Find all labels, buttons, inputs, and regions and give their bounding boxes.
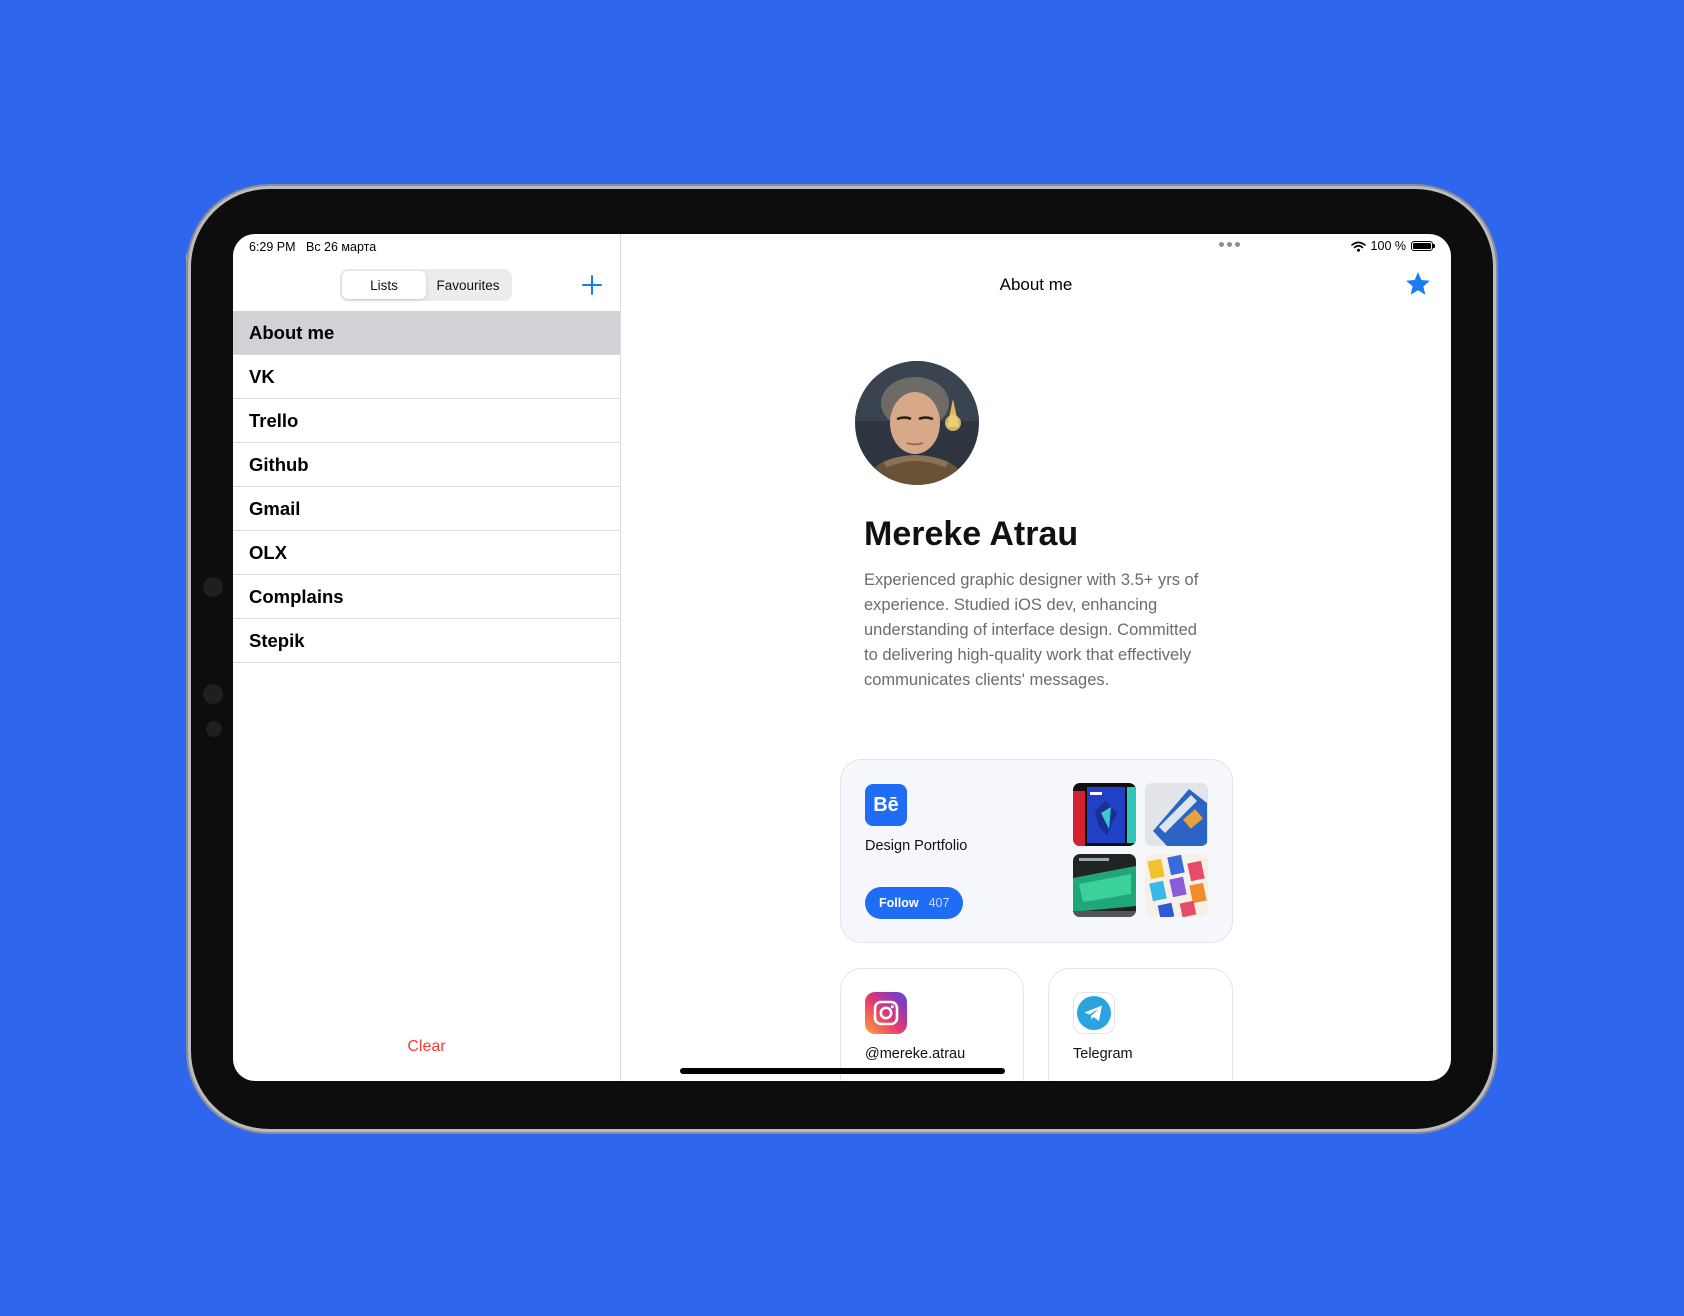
list-item-vk[interactable]: VK — [233, 355, 620, 399]
battery-icon — [1411, 241, 1435, 251]
list-item-github[interactable]: Github — [233, 443, 620, 487]
multitasking-dots-icon[interactable] — [1219, 242, 1240, 247]
list-item-complains[interactable]: Complains — [233, 575, 620, 619]
instagram-label: @mereke.atrau — [865, 1046, 966, 1062]
segmented-control: Lists Favourites — [340, 269, 512, 301]
avatar — [855, 361, 979, 485]
telegram-icon — [1073, 992, 1115, 1034]
follow-label: Follow — [879, 896, 919, 910]
behance-card[interactable]: Bē Design Portfolio Follow 407 — [840, 759, 1233, 943]
add-button[interactable] — [580, 273, 604, 297]
camera-dot — [203, 577, 223, 597]
status-time-date: 6:29 PM Вс 26 марта — [249, 240, 376, 254]
telegram-card[interactable]: Telegram — [1048, 968, 1233, 1081]
list-item-gmail[interactable]: Gmail — [233, 487, 620, 531]
status-time: 6:29 PM — [249, 240, 296, 254]
star-icon — [1406, 272, 1430, 295]
sensor-dot — [203, 684, 223, 704]
list-item-olx[interactable]: OLX — [233, 531, 620, 575]
list-item-stepik[interactable]: Stepik — [233, 619, 620, 663]
list-item-about-me[interactable]: About me — [233, 311, 620, 355]
instagram-icon — [865, 992, 907, 1034]
segment-lists[interactable]: Lists — [342, 271, 426, 299]
detail-pane: 100 % About me Mereke Atrau Experienced … — [621, 234, 1451, 1081]
list: About me VK Trello Github Gmail OLX Comp… — [233, 311, 620, 663]
profile-name: Mereke Atrau — [864, 515, 1079, 553]
portfolio-thumbnail[interactable] — [1145, 854, 1208, 917]
follow-button[interactable]: Follow 407 — [865, 887, 964, 919]
plus-icon — [582, 275, 602, 295]
portfolio-thumbnail[interactable] — [1145, 783, 1208, 846]
battery-percent: 100 % — [1370, 239, 1406, 253]
sensor-dot-small — [206, 721, 222, 737]
behance-label: Design Portfolio — [865, 838, 968, 854]
segment-favourites[interactable]: Favourites — [426, 271, 510, 299]
follow-count: 407 — [928, 896, 950, 910]
favorite-button[interactable] — [1404, 270, 1432, 298]
portfolio-thumbnails — [1073, 783, 1208, 917]
wifi-icon — [1350, 241, 1366, 252]
portfolio-thumbnail[interactable] — [1073, 783, 1136, 846]
sidebar: 6:29 PM Вс 26 марта Lists Favourites Abo… — [233, 234, 621, 1081]
list-item-trello[interactable]: Trello — [233, 399, 620, 443]
portfolio-thumbnail[interactable] — [1073, 854, 1136, 917]
status-date: Вс 26 марта — [305, 240, 377, 254]
profile-bio: Experienced graphic designer with 3.5+ y… — [864, 571, 1199, 689]
screen: 6:29 PM Вс 26 марта Lists Favourites Abo… — [233, 234, 1451, 1081]
status-right: 100 % — [1350, 239, 1435, 253]
clear-button[interactable]: Clear — [233, 1038, 620, 1056]
behance-icon: Bē — [865, 784, 907, 826]
home-indicator[interactable] — [680, 1068, 1005, 1074]
instagram-card[interactable]: @mereke.atrau — [840, 968, 1024, 1081]
telegram-label: Telegram — [1073, 1046, 1133, 1062]
page-title: About me — [999, 275, 1073, 294]
